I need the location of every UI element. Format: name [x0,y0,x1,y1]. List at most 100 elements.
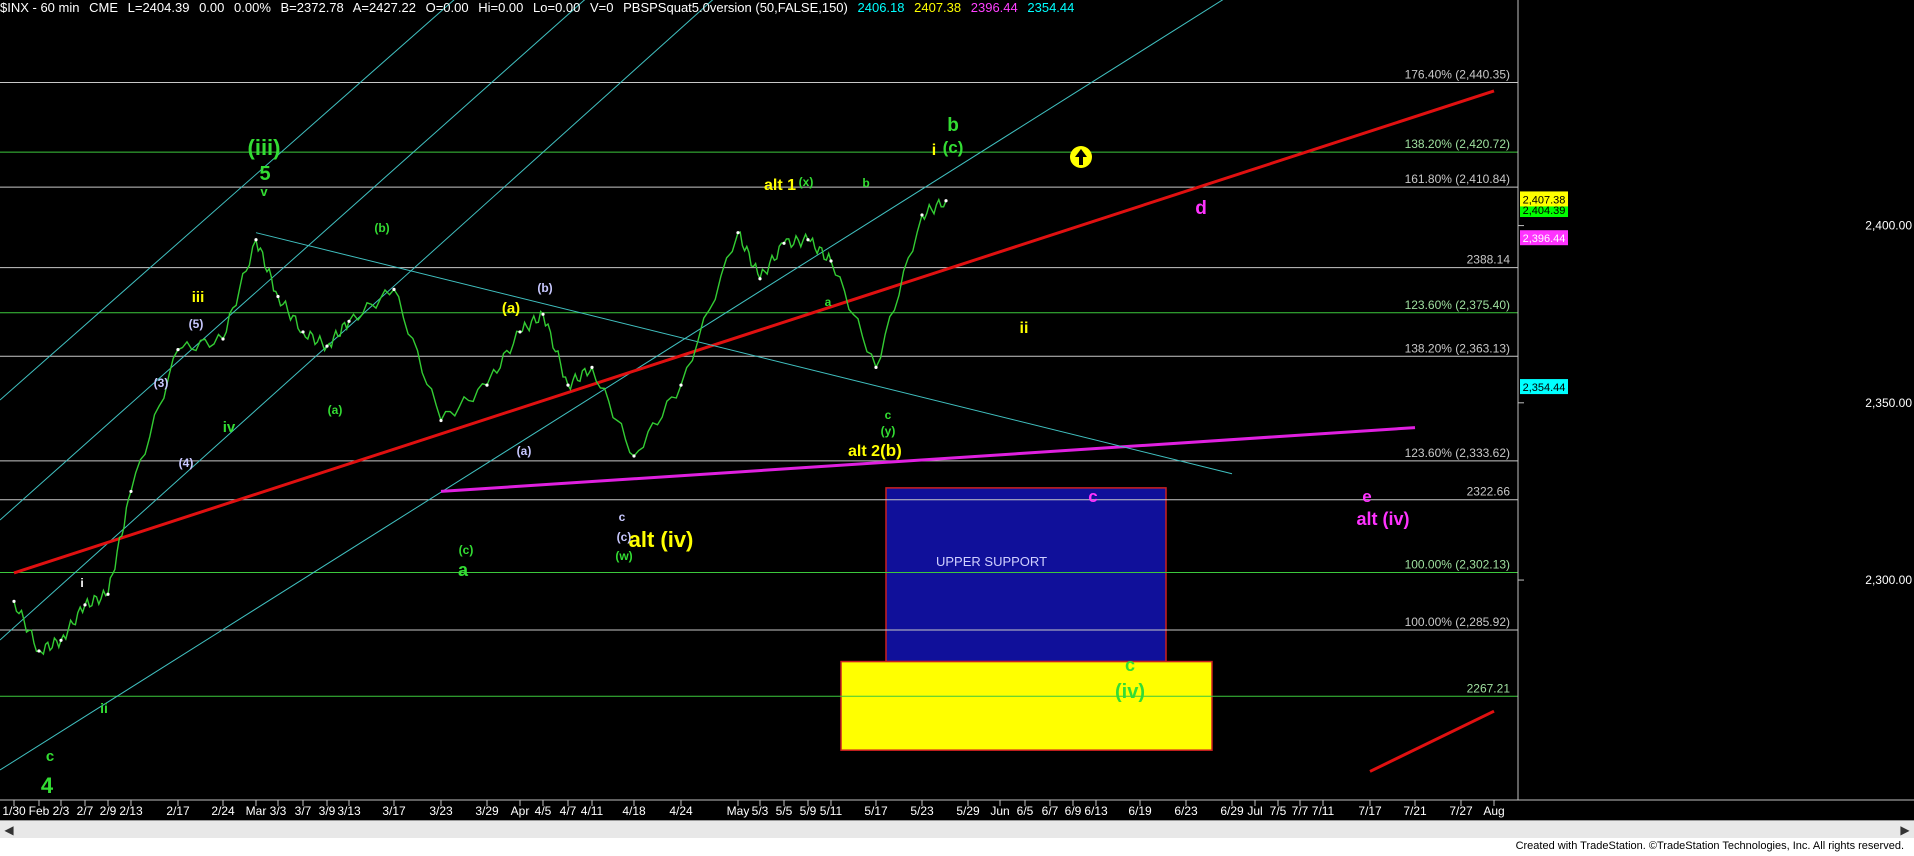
price-point [806,238,810,242]
wave-label: iv [223,419,236,436]
price-point [829,259,833,263]
price-point [518,330,522,334]
price-chart: UPPER SUPPORT 176.40% (2,440.35) 138.20% … [0,0,1914,820]
x-tick-label: 3/7 [295,804,312,818]
wave-label: a [458,560,469,580]
price-point [83,603,87,607]
y-tick-label: 2,300.00 [1865,573,1912,587]
fib-level-label: 123.60% (2,375.40) [1405,298,1510,312]
wave-label: v [260,184,268,199]
fib-level-label: 100.00% (2,285.92) [1405,615,1510,629]
x-tick-label: Feb [29,804,50,818]
x-tick-label: 4/18 [622,804,646,818]
x-tick-label: Mar [246,804,267,818]
x-tick-label: 4/24 [669,804,693,818]
x-tick-label: 6/29 [1220,804,1244,818]
x-tick-label: 6/9 [1065,804,1082,818]
change-value: 0.00 [199,0,225,15]
x-tick-label: 4/11 [581,804,604,818]
x-tick-label: 3/13 [337,804,361,818]
wave-label: (b) [880,441,902,460]
x-tick-label: 7/11 [1312,804,1335,818]
fib-level-label: 176.40% (2,440.35) [1405,68,1510,82]
price-tag-label: 2,404.39 [1523,205,1566,217]
wave-label: alt (iv) [1356,509,1409,529]
x-tick-label: 2/3 [53,804,70,818]
volume-value: V=0 [590,0,614,15]
x-tick-label: 2/7 [77,804,94,818]
price-point [439,418,443,423]
x-tick-label: 2/13 [119,804,143,818]
wave-label: (x) [799,175,814,189]
wave-label: (3) [154,376,169,390]
wave-label: (iii) [248,135,281,160]
wave-label: (iv) [1115,681,1145,703]
price-point [12,599,16,603]
fib-level-label: 2322.66 [1467,485,1511,499]
x-tick-label: 7/7 [1292,804,1309,818]
wave-label: (4) [179,456,194,470]
indicator-name: PBSPSquat5.0version (50,FALSE,150) [623,0,848,15]
price-point [254,238,258,242]
price-point [920,213,924,217]
ask-price: A=2427.22 [352,0,416,15]
indicator-value-4: 2354.44 [1027,0,1075,15]
price-point [392,287,396,291]
fib-level-label: 138.20% (2,363.13) [1405,341,1510,355]
x-tick-label: 2/24 [211,804,235,818]
price-tag-label: 2,407.38 [1523,194,1566,206]
upper-support-zone [885,487,1167,663]
wave-label: i [80,576,83,590]
wave-label: ii [100,700,108,716]
wave-label: alt 2 [848,443,880,460]
x-tick-label: Jul [1247,804,1262,818]
x-tick-label: 1/30 [2,804,26,818]
wave-label: a [825,295,832,309]
footer: Created with TradeStation. ©TradeStation… [0,838,1914,856]
wave-label: b [947,115,959,136]
x-tick-label: Aug [1483,804,1504,818]
price-point [106,592,110,596]
indicator-value-2: 2407.38 [914,0,962,15]
price-point [221,337,225,341]
credit-text: Created with TradeStation. ©TradeStation… [1515,840,1904,852]
exchange-label: CME [89,0,118,15]
price-point [59,638,63,642]
wave-label: ii [1020,320,1029,337]
wave-label: (b) [537,281,552,295]
price-point [632,454,636,458]
wave-label: c [1088,487,1097,506]
x-tick-label: 5/17 [864,804,888,818]
wave-label: c [46,748,54,765]
price-point [325,344,329,348]
wave-label: c [1125,655,1135,675]
x-tick-label: 7/5 [1270,804,1287,818]
x-tick-label: 7/21 [1403,804,1427,818]
x-tick-label: 4/5 [535,804,552,818]
x-tick-label: 5/5 [776,804,793,818]
price-point [301,330,305,334]
price-point [679,383,683,387]
x-tick-label: 3/3 [270,804,287,818]
fib-level-label: 161.80% (2,410.84) [1405,172,1510,186]
arrow-left-icon[interactable]: ◀ [0,821,18,839]
x-tick-label: 7/17 [1358,804,1382,818]
wave-label: (c) [459,543,474,557]
price-point [944,199,948,203]
wave-label: iii [192,289,205,306]
x-tick-label: 6/19 [1128,804,1152,818]
horizontal-scrollbar[interactable]: ◀ ▶ [0,820,1914,840]
price-point [590,365,594,369]
price-point [782,241,786,245]
upper-support-zone-label: UPPER SUPPORT [936,554,1047,569]
price-point [347,319,351,323]
x-tick-label: 5/9 [800,804,817,818]
arrow-right-icon[interactable]: ▶ [1896,821,1914,839]
x-tick-label: 2/9 [100,804,117,818]
wave-label: (c) [943,138,964,157]
x-tick-label: 4/7 [560,804,577,818]
x-tick-label: 3/9 [319,804,336,818]
wave-label: c [885,408,892,422]
wave-label: (b) [374,221,389,235]
yellow-support-zone [840,660,1213,751]
